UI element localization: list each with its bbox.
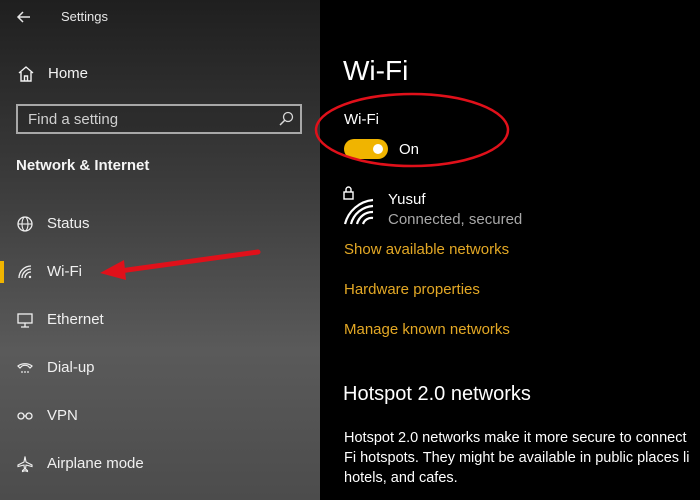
- hotspot-heading: Hotspot 2.0 networks: [343, 383, 531, 405]
- ethernet-icon: [16, 311, 34, 329]
- manage-known-networks-link[interactable]: Manage known networks: [344, 321, 510, 338]
- sidebar-item-airplane-mode[interactable]: Airplane mode: [0, 447, 320, 481]
- network-name[interactable]: Yusuf: [388, 191, 426, 208]
- annotation-arrow: [100, 249, 261, 280]
- secured-wifi-icon: [342, 186, 376, 226]
- hotspot-description-line: Fi hotspots. They might be available in …: [344, 450, 690, 466]
- network-status: Connected, secured: [388, 211, 523, 228]
- sidebar-item-vpn[interactable]: VPN: [0, 399, 320, 433]
- sidebar-item-ethernet[interactable]: Ethernet: [0, 303, 320, 337]
- wifi-icon: [16, 263, 34, 281]
- search-icon[interactable]: [278, 111, 294, 127]
- app-title: Settings: [61, 9, 108, 24]
- hotspot-description-line: Hotspot 2.0 networks make it more secure…: [344, 430, 687, 446]
- globe-icon: [16, 215, 34, 233]
- section-title: Network & Internet: [16, 157, 150, 174]
- vpn-icon: [16, 407, 34, 425]
- sidebar-item-label: Home: [48, 65, 89, 82]
- home-icon: [16, 64, 36, 84]
- sidebar-item-label: Dial-up: [47, 359, 95, 376]
- back-button[interactable]: [12, 6, 36, 28]
- search-box: [16, 104, 302, 134]
- sidebar-item-label: Wi-Fi: [47, 263, 82, 280]
- dialup-icon: [16, 359, 34, 377]
- sidebar-item-dialup[interactable]: Dial-up: [0, 351, 320, 385]
- sidebar-item-label: VPN: [47, 407, 78, 424]
- hardware-properties-link[interactable]: Hardware properties: [344, 281, 480, 298]
- annotation-ellipse: [314, 92, 510, 168]
- title-bar: Settings: [0, 0, 320, 34]
- active-indicator: [0, 261, 4, 283]
- airplane-icon: [16, 455, 34, 473]
- hotspot-description: Hotspot 2.0 networks make it more secure…: [344, 428, 700, 488]
- show-available-networks-link[interactable]: Show available networks: [344, 241, 509, 258]
- page-title: Wi-Fi: [343, 55, 409, 86]
- main-panel: Wi-Fi Wi-Fi On Yusuf Connected, secured …: [320, 0, 700, 500]
- sidebar-item-home[interactable]: Home: [0, 60, 320, 88]
- back-arrow-icon: [16, 11, 30, 23]
- sidebar-item-label: Ethernet: [47, 311, 104, 328]
- sidebar-item-status[interactable]: Status: [0, 207, 320, 241]
- search-input[interactable]: [18, 106, 268, 132]
- sidebar-item-label: Airplane mode: [47, 455, 144, 472]
- hotspot-description-line: hotels, and cafes.: [344, 470, 458, 486]
- sidebar-item-label: Status: [47, 215, 90, 232]
